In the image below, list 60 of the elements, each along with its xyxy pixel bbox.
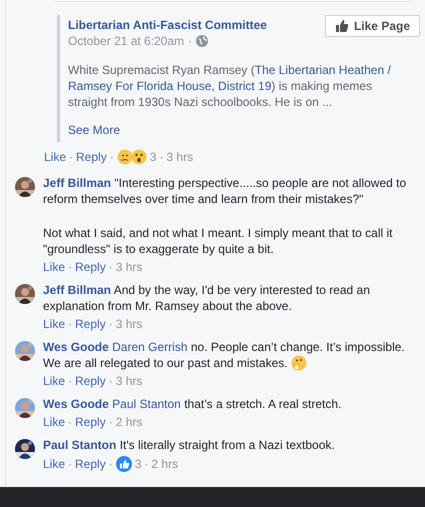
separator: · [110,150,114,164]
reply-link[interactable]: Reply [75,374,106,388]
separator: · [108,374,113,388]
like-link[interactable]: Like [43,457,66,471]
globe-icon [196,35,208,47]
separator: · [68,317,72,331]
thumbs-up-icon [116,456,132,472]
see-more-link[interactable]: See More [68,122,120,138]
separator: · [69,150,74,164]
separator: · [144,457,148,471]
reply-link[interactable]: Reply [75,260,106,274]
author-name[interactable]: Wes Goode [43,397,109,411]
separator: · [108,415,113,429]
separator: · [68,374,72,388]
separator: · [188,33,192,49]
comment-text: Not what I said, and not what I meant. I simply meant that to call it "groundless" is to exaggerate by quite a bit. [43,225,394,257]
timestamp: 3 hrs [116,260,142,274]
comment-text: Paul Stanton It's literally straight from a Nazi textbook. [43,437,336,453]
page-link[interactable]: Ramsey For Florida House, District 19 [68,79,272,93]
separator: · [159,150,164,164]
sad-face-icon [116,149,133,165]
reply-link[interactable]: Reply [75,457,106,471]
reply-link[interactable]: Reply [75,415,106,429]
post-text: White Supremacist Ryan Ramsey (The Libertarian Heathen / Ramsey For Florida House, District 19) is making memes straight from 1930s Nazi schoolbooks. He is on ... [68,62,392,110]
separator: · [108,457,113,471]
like-link[interactable]: Like [43,374,66,388]
comment-text: Wes Goode Daren Gerrish no. People can’t change. It’s impossible. We are all relegated to our past and mistakes. [43,339,406,371]
mention-link[interactable]: Paul Stanton [112,397,181,411]
comment-text: Jeff Billman And by the way, I'd be very interested to read an explanation from Mr. Ramsey about the above. [43,282,371,314]
page-name[interactable]: Libertarian Anti-Fascist Committee [68,17,312,33]
separator: · [108,317,113,331]
author-name[interactable]: Wes Goode [43,340,109,354]
reply-link[interactable]: Reply [76,150,107,164]
reply-link[interactable]: Reply [75,317,106,331]
like-link[interactable]: Like [43,317,66,331]
mention-link[interactable]: Daren Gerrish [112,340,188,354]
like-link[interactable]: Like [44,150,66,164]
separator: · [68,415,72,429]
post-time: October 21 at 6:20am [68,33,184,49]
timestamp: 3 hrs [116,317,142,331]
author-name[interactable]: Paul Stanton [43,438,116,452]
like-page-button[interactable]: Like Page [324,15,420,37]
timestamp: 2 hrs [151,457,178,471]
author-name[interactable]: Jeff Billman [43,176,112,190]
separator: · [68,457,72,471]
comment-text: Jeff Billman "Interesting perspective.....so people are not allowed to reform themselves over time and learn from their mistakes?" [43,175,408,207]
like-link[interactable]: Like [43,415,66,429]
page-link[interactable]: The Libertarian Heathen / [254,63,391,77]
thumbs-up-icon [334,19,349,33]
author-name[interactable]: Jeff Billman [43,283,112,297]
reaction-count: 3 [150,150,156,164]
separator: · [68,260,72,274]
timestamp: 2 hrs [116,415,142,429]
surprised-face-icon [130,149,147,165]
timestamp: 3 hrs [116,374,142,388]
comment-text: Wes Goode Paul Stanton that’s a stretch. A real stretch. [43,396,342,412]
reaction-count: 3 [134,457,142,471]
separator: · [108,260,113,274]
timestamp: 3 hrs [166,150,194,164]
like-link[interactable]: Like [43,260,66,274]
